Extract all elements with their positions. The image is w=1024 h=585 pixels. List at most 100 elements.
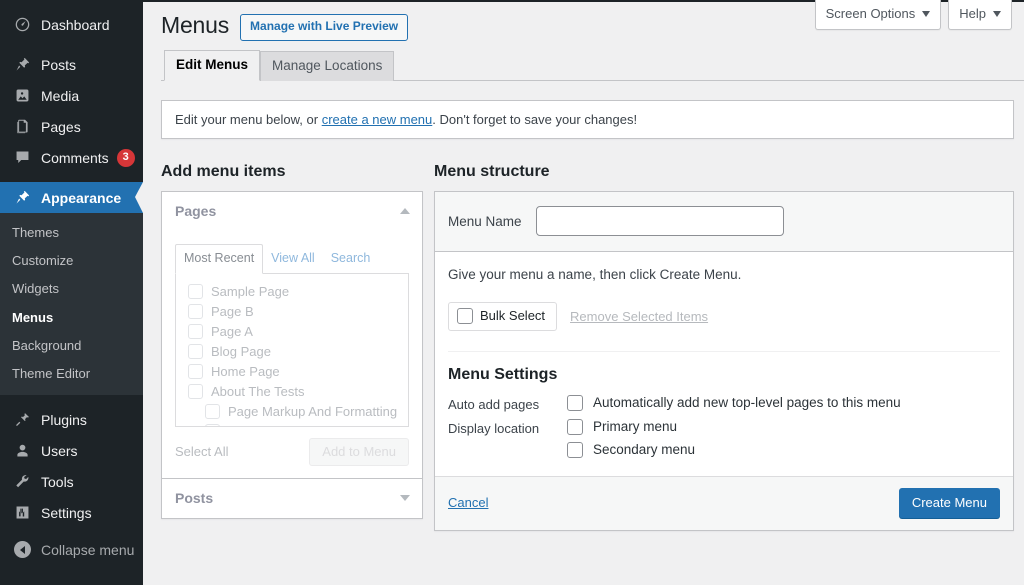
display-location-row: Display location Primary menu Secondary …	[448, 419, 1000, 458]
comments-count-badge: 3	[117, 149, 135, 167]
create-a-new-menu-link[interactable]: create a new menu	[322, 112, 433, 127]
help-button[interactable]: Help	[948, 0, 1012, 30]
menu-structure-column: Menu Name Give your menu a name, then cl…	[434, 191, 1014, 530]
help-label: Help	[959, 6, 986, 22]
checkbox-icon[interactable]	[567, 395, 583, 411]
sidebar-item-label: Posts	[41, 58, 76, 72]
list-item[interactable]: Page Markup And Formatting	[186, 402, 398, 422]
settings-divider	[448, 351, 1000, 352]
chevron-up-icon[interactable]	[400, 208, 410, 214]
sidebar-item-plugins[interactable]: Plugins	[0, 404, 143, 435]
sidebar-item-dashboard[interactable]: Dashboard	[0, 9, 143, 40]
chevron-down-icon[interactable]	[400, 495, 410, 501]
checkbox-icon[interactable]	[457, 308, 473, 324]
display-location-options: Primary menu Secondary menu	[567, 419, 695, 458]
sidebar-item-appearance[interactable]: Appearance	[0, 182, 143, 213]
posts-panel-header[interactable]: Posts	[162, 479, 422, 518]
display-location-option-label: Secondary menu	[593, 442, 695, 457]
collapse-menu-label: Collapse menu	[41, 543, 134, 557]
create-menu-button[interactable]: Create Menu	[899, 488, 1000, 518]
submenu-item-theme-editor[interactable]: Theme Editor	[0, 360, 143, 388]
checkbox-icon[interactable]	[188, 364, 203, 379]
menu-structure-heading: Menu structure	[434, 161, 1024, 183]
sidebar-item-label: Settings	[41, 506, 92, 520]
bulk-select-toggle[interactable]: Bulk Select	[448, 302, 557, 331]
checkbox-icon[interactable]	[567, 442, 583, 458]
media-icon	[12, 86, 32, 106]
checkbox-icon[interactable]	[567, 419, 583, 435]
list-item[interactable]: About The Tests	[186, 382, 398, 402]
add-menu-items-column: Pages Most Recent View All Search Sa	[161, 191, 423, 530]
submenu-item-background[interactable]: Background	[0, 332, 143, 360]
tab-view-all[interactable]: View All	[263, 245, 323, 272]
main-content: Screen Options Help Menus Manage with Li…	[143, 0, 1024, 585]
wrench-icon	[12, 472, 32, 492]
pages-panel-title: Pages	[175, 203, 216, 219]
appearance-submenu: Themes Customize Widgets Menus Backgroun…	[0, 213, 143, 395]
menu-name-input[interactable]	[536, 206, 784, 236]
submenu-item-customize[interactable]: Customize	[0, 247, 143, 275]
nav-tabs: Edit Menus Manage Locations	[161, 53, 1024, 81]
checkbox-icon[interactable]	[188, 324, 203, 339]
pages-panel-header[interactable]: Pages	[162, 192, 422, 231]
add-menu-items-heading: Add menu items	[161, 161, 434, 183]
list-item[interactable]: Page A	[186, 322, 398, 342]
checkbox-icon[interactable]	[188, 284, 203, 299]
submenu-item-menus[interactable]: Menus	[0, 304, 143, 332]
remove-selected-items-link[interactable]: Remove Selected Items	[570, 309, 708, 324]
select-all-link[interactable]: Select All	[175, 444, 228, 459]
checkbox-icon[interactable]	[188, 304, 203, 319]
collapse-arrow-icon	[12, 540, 32, 560]
sidebar-item-users[interactable]: Users	[0, 435, 143, 466]
collapse-menu-button[interactable]: Collapse menu	[0, 534, 143, 565]
list-item-label: Blog Page	[211, 344, 271, 359]
checkbox-icon[interactable]	[188, 384, 203, 399]
bulk-select-label: Bulk Select	[480, 308, 545, 323]
list-item[interactable]: Blog Page	[186, 342, 398, 362]
submenu-item-themes[interactable]: Themes	[0, 219, 143, 247]
pages-accordion-panel: Pages Most Recent View All Search Sa	[161, 191, 423, 478]
checkbox-icon[interactable]	[188, 344, 203, 359]
checkbox-icon[interactable]	[205, 404, 220, 419]
auto-add-pages-option[interactable]: Automatically add new top-level pages to…	[567, 395, 901, 411]
submenu-item-widgets[interactable]: Widgets	[0, 275, 143, 303]
cancel-link[interactable]: Cancel	[448, 495, 488, 510]
list-item-label: About The Tests	[211, 384, 304, 399]
notice-suffix: . Don't forget to save your changes!	[432, 112, 637, 127]
notice-prefix: Edit your menu below, or	[175, 112, 322, 127]
tab-edit-menus[interactable]: Edit Menus	[164, 50, 260, 81]
manage-with-live-preview-button[interactable]: Manage with Live Preview	[240, 14, 408, 41]
columns: Pages Most Recent View All Search Sa	[143, 191, 1024, 530]
sidebar-item-label: Appearance	[41, 191, 121, 205]
pin-icon	[12, 55, 32, 75]
auto-add-pages-option-label: Automatically add new top-level pages to…	[593, 395, 901, 410]
sidebar-item-media[interactable]: Media	[0, 80, 143, 111]
screen-options-label: Screen Options	[826, 6, 916, 22]
plugin-icon	[12, 410, 32, 430]
sidebar-item-label: Comments	[41, 151, 109, 165]
sidebar-item-label: Plugins	[41, 413, 87, 427]
add-to-menu-button[interactable]: Add to Menu	[309, 438, 409, 466]
sidebar-item-comments[interactable]: Comments 3	[0, 142, 143, 173]
sidebar-item-posts[interactable]: Posts	[0, 49, 143, 80]
tab-most-recent[interactable]: Most Recent	[175, 244, 263, 273]
pages-icon	[12, 117, 32, 137]
bulk-actions-row: Bulk Select Remove Selected Items	[448, 302, 1000, 331]
pages-source-tabs: Most Recent View All Search	[175, 243, 409, 272]
list-item[interactable]: Sample Page	[186, 282, 398, 302]
pages-panel-body: Most Recent View All Search Sample Page	[162, 231, 422, 426]
list-item[interactable]: Home Page	[186, 362, 398, 382]
sidebar-item-settings[interactable]: Settings	[0, 497, 143, 528]
menu-notice: Edit your menu below, or create a new me…	[161, 100, 1014, 139]
display-location-option-primary[interactable]: Primary menu	[567, 419, 695, 435]
tab-search[interactable]: Search	[323, 245, 379, 272]
display-location-option-secondary[interactable]: Secondary menu	[567, 442, 695, 458]
list-item[interactable]: Page B	[186, 302, 398, 322]
sidebar-item-pages[interactable]: Pages	[0, 111, 143, 142]
screen-options-button[interactable]: Screen Options	[815, 0, 942, 30]
posts-panel-title: Posts	[175, 490, 213, 506]
tab-manage-locations[interactable]: Manage Locations	[260, 51, 394, 81]
display-location-option-label: Primary menu	[593, 419, 677, 434]
sidebar-item-tools[interactable]: Tools	[0, 466, 143, 497]
list-item-label: Page A	[211, 324, 253, 339]
